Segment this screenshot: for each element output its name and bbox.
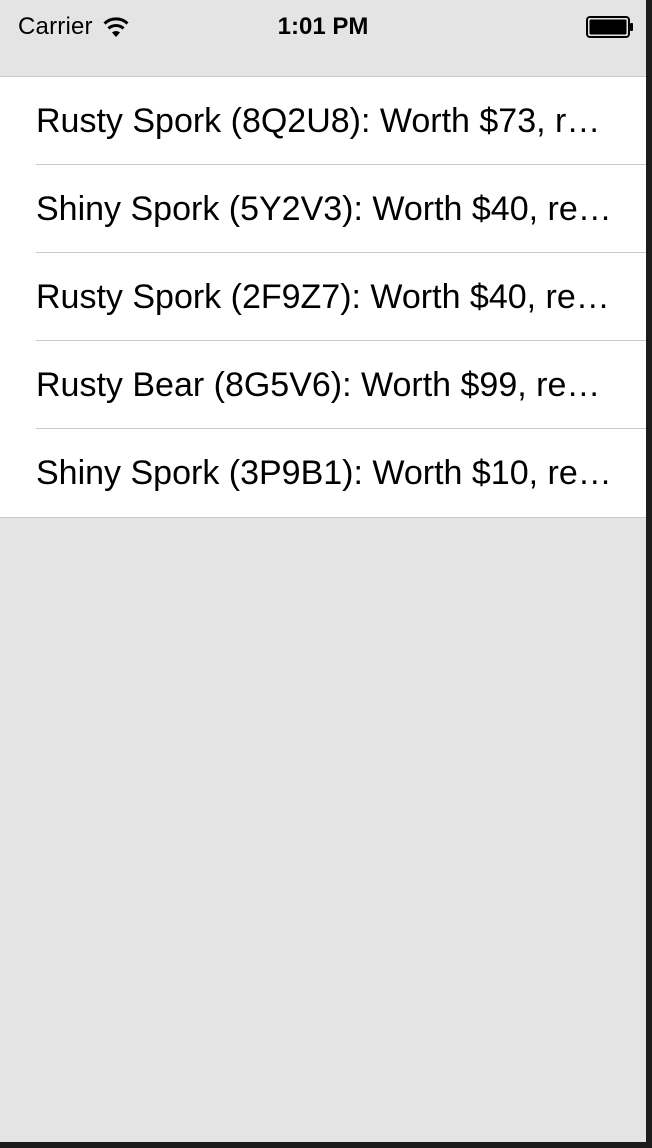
table-row[interactable]: Rusty Bear (8G5V6): Worth $99, recorded …	[0, 341, 646, 429]
battery-icon	[586, 16, 633, 38]
row-label: Shiny Spork (5Y2V3): Worth $40, recorded…	[36, 190, 616, 228]
status-bar: Carrier 1:01 PM	[0, 0, 646, 52]
row-label: Shiny Spork (3P9B1): Worth $10, recorded…	[36, 454, 616, 492]
row-label: Rusty Spork (8Q2U8): Worth $73, recorded…	[36, 102, 616, 140]
items-table: Rusty Spork (8Q2U8): Worth $73, recorded…	[0, 76, 646, 518]
app-screen: Carrier 1:01 PM Rusty Spork (8Q2U8): Wor…	[0, 0, 646, 1142]
table-row[interactable]: Rusty Spork (2F9Z7): Worth $40, recorded…	[0, 253, 646, 341]
row-label: Rusty Bear (8G5V6): Worth $99, recorded …	[36, 366, 616, 404]
row-label: Rusty Spork (2F9Z7): Worth $40, recorded…	[36, 278, 616, 316]
status-time: 1:01 PM	[277, 13, 369, 40]
table-row[interactable]: Shiny Spork (3P9B1): Worth $10, recorded…	[0, 429, 646, 517]
table-row[interactable]: Rusty Spork (8Q2U8): Worth $73, recorded…	[0, 77, 646, 165]
battery-fill	[589, 19, 627, 35]
table-row[interactable]: Shiny Spork (5Y2V3): Worth $40, recorded…	[0, 165, 646, 253]
